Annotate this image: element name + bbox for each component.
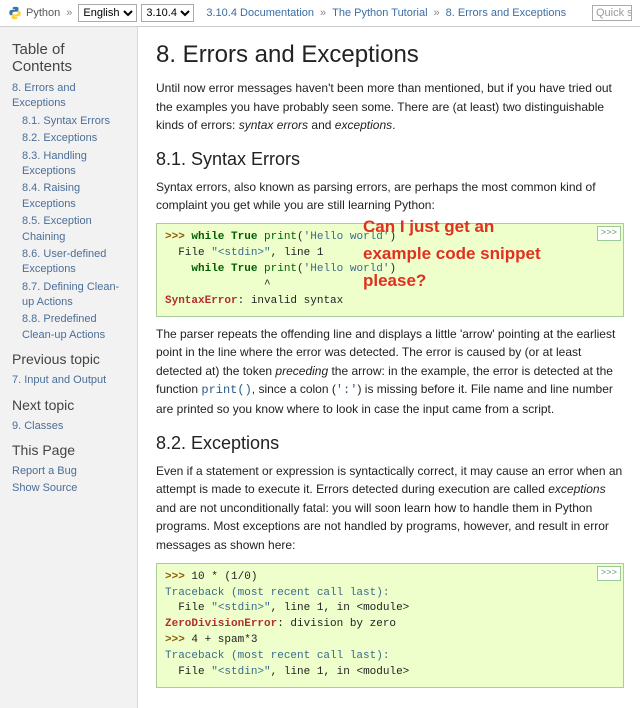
next-link[interactable]: 9. Classes: [12, 420, 63, 432]
top-nav: Python » English 3.10.4 3.10.4 Documenta…: [0, 0, 640, 27]
code-example: >>>>>> 10 * (1/0) Traceback (most recent…: [156, 563, 624, 689]
version-select[interactable]: 3.10.4: [141, 4, 194, 22]
paragraph: The parser repeats the offending line an…: [156, 325, 624, 419]
prev-link[interactable]: 7. Input and Output: [12, 374, 106, 386]
toc-link[interactable]: 8.5. Exception Chaining: [22, 215, 92, 242]
page-title: 8. Errors and Exceptions: [156, 41, 624, 69]
code-example: >>>>>> while True print('Hello world') F…: [156, 223, 624, 317]
brand-label: Python: [26, 7, 60, 19]
toc-link[interactable]: 8.8. Predefined Clean-up Actions: [22, 313, 105, 340]
copy-prompt-button[interactable]: >>>: [597, 566, 621, 581]
breadcrumb[interactable]: 3.10.4 Documentation: [206, 7, 314, 19]
quick-search[interactable]: Quick s: [592, 5, 632, 21]
next-heading: Next topic: [12, 397, 127, 413]
section-heading: 8.2. Exceptions: [156, 433, 624, 454]
show-source-link[interactable]: Show Source: [12, 482, 77, 494]
paragraph: Syntax errors, also known as parsing err…: [156, 178, 624, 215]
toc-link[interactable]: 8.1. Syntax Errors: [22, 115, 110, 127]
toc-link[interactable]: 8.6. User-defined Exceptions: [22, 248, 106, 275]
sidebar: Table of Contents 8. Errors and Exceptio…: [0, 27, 138, 708]
prev-heading: Previous topic: [12, 351, 127, 367]
toc-list: 8. Errors and Exceptions 8.1. Syntax Err…: [12, 81, 127, 343]
section-heading: 8.1. Syntax Errors: [156, 149, 624, 170]
breadcrumb[interactable]: The Python Tutorial: [332, 7, 427, 19]
python-logo-icon: [8, 6, 22, 20]
paragraph: Even if a statement or expression is syn…: [156, 462, 624, 555]
toc-heading: Table of Contents: [12, 41, 127, 75]
language-select[interactable]: English: [78, 4, 137, 22]
toc-link[interactable]: 8.2. Exceptions: [22, 132, 97, 144]
report-bug-link[interactable]: Report a Bug: [12, 465, 77, 477]
toc-link[interactable]: 8. Errors and Exceptions: [12, 82, 76, 109]
main-content: 8. Errors and Exceptions Until now error…: [138, 27, 640, 708]
toc-link[interactable]: 8.7. Defining Clean-up Actions: [22, 281, 119, 308]
intro-paragraph: Until now error messages haven't been mo…: [156, 79, 624, 135]
breadcrumb[interactable]: 8. Errors and Exceptions: [446, 7, 566, 19]
thispage-heading: This Page: [12, 442, 127, 458]
toc-link[interactable]: 8.4. Raising Exceptions: [22, 182, 80, 209]
copy-prompt-button[interactable]: >>>: [597, 226, 621, 241]
toc-link[interactable]: 8.3. Handling Exceptions: [22, 150, 87, 177]
